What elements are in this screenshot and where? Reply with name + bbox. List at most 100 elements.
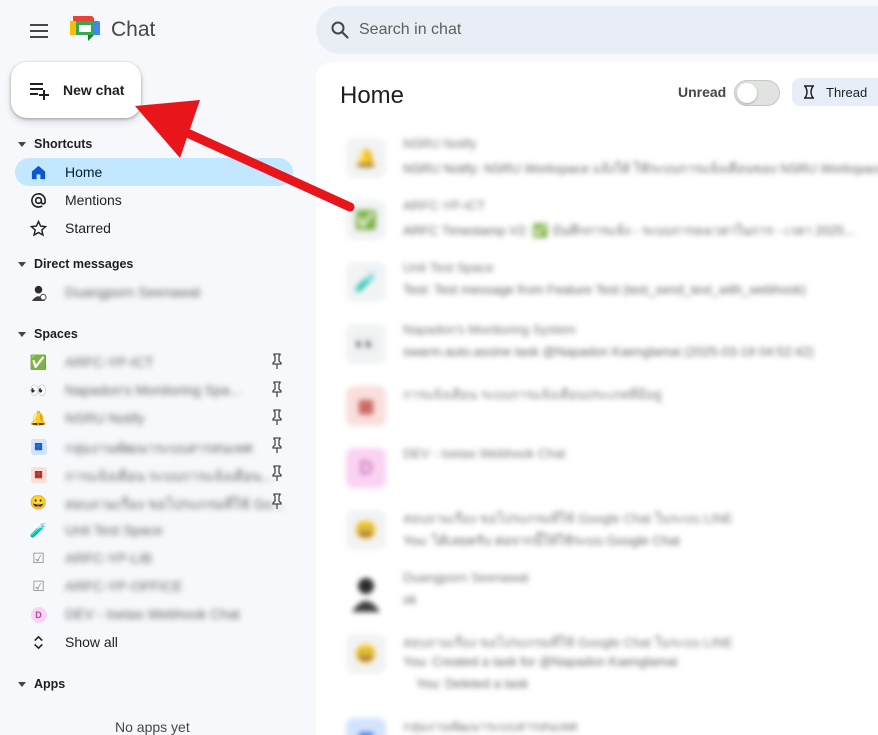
conversation-name: สอบถามเรื่อง ขอโปรแกรมที่ใช้ Google Chat… xyxy=(403,635,733,650)
shortcuts-heading: Shortcuts xyxy=(34,137,93,151)
conversation-preview: swarm.auto.assine task @Napadon Kaenglam… xyxy=(403,344,814,359)
space-item[interactable]: ▦ การแจ้งเตือน ระบบการแจ้งเตือน... xyxy=(15,460,293,488)
search-icon xyxy=(331,21,349,39)
search-input[interactable]: Search in chat xyxy=(359,21,461,39)
conversation-item[interactable]: 🧪 Unit Test Space Test: Test message fro… xyxy=(346,254,878,310)
space-item[interactable]: ✅ ARFC-YP-ICT xyxy=(15,348,293,376)
conversation-name: Napadon's Monitoring System xyxy=(403,322,577,337)
direct-messages-heading: Direct messages xyxy=(34,257,134,271)
conversation-name: ARFC-YP-ICT xyxy=(403,198,486,213)
pin-icon[interactable] xyxy=(272,465,282,482)
sidebar-item-home[interactable]: Home xyxy=(15,158,293,186)
conversation-item[interactable]: 👀 Napadon's Monitoring System swarm.auto… xyxy=(346,316,878,372)
apps-heading: Apps xyxy=(34,677,66,691)
conversation-item[interactable]: ▦ การแจ้งเตือน ระบบการแจ้งเตือนประเภทที่… xyxy=(346,378,878,434)
chevron-down-icon xyxy=(18,331,26,337)
avatar xyxy=(346,572,386,612)
conversation-name: Duangporn Seenawat xyxy=(403,570,529,585)
space-item[interactable]: D DEV - Isetas Webhook Chat xyxy=(15,600,293,628)
smile-icon: 😀 xyxy=(29,494,48,510)
conversation-item[interactable]: 😀 สอบถามเรื่อง ขอโปรแกรมที่ใช้ Google Ch… xyxy=(346,502,878,558)
new-chat-icon xyxy=(30,83,49,100)
expand-icon xyxy=(34,635,43,650)
pin-icon[interactable] xyxy=(272,409,282,426)
conversation-preview: NSRU Notify: NSRU Workspace แจ้งให้ ใช้ร… xyxy=(403,161,878,176)
new-chat-button[interactable]: New chat xyxy=(11,62,141,118)
space-item-label: กลุ่มงานพัฒนาระบบสารสนเทศ xyxy=(65,440,253,456)
space-item[interactable]: 🧪 Unit Test Space xyxy=(15,516,293,544)
conversation-name: DEV - Isetas Webhook Chat xyxy=(403,446,566,461)
top-bar: Chat Search in chat xyxy=(0,0,878,62)
google-chat-logo xyxy=(70,16,100,41)
conversation-item[interactable]: D DEV - Isetas Webhook Chat xyxy=(346,440,878,496)
thread-label: Thread xyxy=(826,85,868,100)
avatar xyxy=(31,285,47,301)
show-all-label: Show all xyxy=(65,634,118,650)
conversation-item[interactable]: 😀 สอบถามเรื่อง ขอโปรแกรมที่ใช้ Google Ch… xyxy=(346,626,878,698)
conversation-item[interactable]: 🔔 NSRU Notify NSRU Notify: NSRU Workspac… xyxy=(346,130,878,186)
pin-icon[interactable] xyxy=(272,381,282,398)
space-item[interactable]: ▦ กลุ่มงานพัฒนาระบบสารสนเทศ xyxy=(15,432,293,460)
space-item-label: การแจ้งเตือน ระบบการแจ้งเตือน... xyxy=(65,468,273,484)
pin-icon[interactable] xyxy=(272,493,282,510)
no-apps-text: No apps yet xyxy=(115,719,190,735)
grid-red-icon: ▦ xyxy=(346,386,386,426)
thread-icon xyxy=(804,85,814,99)
at-icon xyxy=(31,193,46,208)
eyes-icon: 👀 xyxy=(29,382,48,398)
space-item[interactable]: 👀 Napadon's Monitoring Spa... xyxy=(15,376,293,404)
conversation-avatar: 🧪 xyxy=(346,262,386,302)
space-item-label: ARFC-YP-ICT xyxy=(65,354,154,370)
space-item[interactable]: ☑ ARFC-YP-LIB xyxy=(15,544,293,572)
pin-icon[interactable] xyxy=(272,437,282,454)
grid-blue-icon: ▦ xyxy=(30,438,47,455)
dm-item[interactable]: Duangporn Seenawat xyxy=(15,278,293,306)
space-item[interactable]: 🔔 NSRU Notify xyxy=(15,404,293,432)
show-all-button[interactable]: Show all xyxy=(15,628,293,656)
letter-avatar-icon: D xyxy=(30,606,47,623)
conversation-name: สอบถามเรื่อง ขอโปรแกรมที่ใช้ Google Chat… xyxy=(403,511,733,526)
conversation-name: Unit Test Space xyxy=(403,260,494,275)
conversation-name: กลุ่มงานพัฒนาระบบสารสนเทศ xyxy=(403,719,578,734)
conversation-avatar: 🔔 xyxy=(346,138,386,178)
sidebar-item-label: Home xyxy=(65,164,103,180)
toggle-knob xyxy=(737,83,757,103)
apps-header[interactable]: Apps xyxy=(18,677,65,691)
space-item-label: ARFC-YP-OFFICE xyxy=(65,578,183,594)
space-item[interactable]: 😀 สอบถามเรื่อง ขอโปรแกรมที่ใช้ Go... xyxy=(15,488,293,516)
new-chat-label: New chat xyxy=(63,82,125,98)
bell-icon: 🔔 xyxy=(29,410,48,426)
space-item-label: NSRU Notify xyxy=(65,410,145,426)
spaces-header[interactable]: Spaces xyxy=(18,327,78,341)
conversation-name: การแจ้งเตือน ระบบการแจ้งเตือนประเภทที่มี… xyxy=(403,387,662,402)
pin-icon[interactable] xyxy=(272,353,282,370)
sidebar-item-label: Starred xyxy=(65,220,111,236)
conversation-avatar: 😀 xyxy=(346,510,386,550)
space-item[interactable]: ☑ ARFC-YP-OFFICE xyxy=(15,572,293,600)
grid-blue-icon: ▦ xyxy=(346,718,386,735)
conversation-item[interactable]: ✅ ARFC-YP-ICT ARFC Timestamp V2: ✅ บันทึ… xyxy=(346,192,878,248)
conversation-name: NSRU Notify xyxy=(403,136,477,151)
main-panel: Home Unread Thread 🔔 NSRU Notify NSRU No… xyxy=(316,62,878,735)
conversation-item[interactable]: ▦ กลุ่มงานพัฒนาระบบสารสนเทศ xyxy=(346,710,878,735)
conversation-preview: ARFC Timestamp V2: ✅ บันทึกการแจ้ง - ระบ… xyxy=(403,223,855,238)
dm-item-label: Duangporn Seenawat xyxy=(65,284,201,300)
conversation-item[interactable]: Duangporn Seenawat ok xyxy=(346,564,878,620)
star-icon xyxy=(30,220,47,237)
chevron-down-icon xyxy=(18,261,26,267)
checkbox-icon: ☑ xyxy=(32,550,45,566)
sidebar-item-mentions[interactable]: Mentions xyxy=(15,186,293,214)
direct-messages-header[interactable]: Direct messages xyxy=(18,257,133,271)
search-bar[interactable]: Search in chat xyxy=(316,6,878,54)
main-menu-icon[interactable] xyxy=(26,18,52,44)
grid-red-icon: ▦ xyxy=(30,466,47,483)
space-item-label: Napadon's Monitoring Spa... xyxy=(65,382,242,398)
thread-button[interactable]: Thread xyxy=(792,78,878,106)
home-icon xyxy=(31,165,46,180)
conversation-avatar: 👀 xyxy=(346,324,386,364)
shortcuts-header[interactable]: Shortcuts xyxy=(18,137,92,151)
test-tube-icon: 🧪 xyxy=(29,522,48,538)
unread-toggle[interactable] xyxy=(734,80,780,106)
sidebar-item-starred[interactable]: Starred xyxy=(15,214,293,242)
page-title: Home xyxy=(340,82,405,109)
